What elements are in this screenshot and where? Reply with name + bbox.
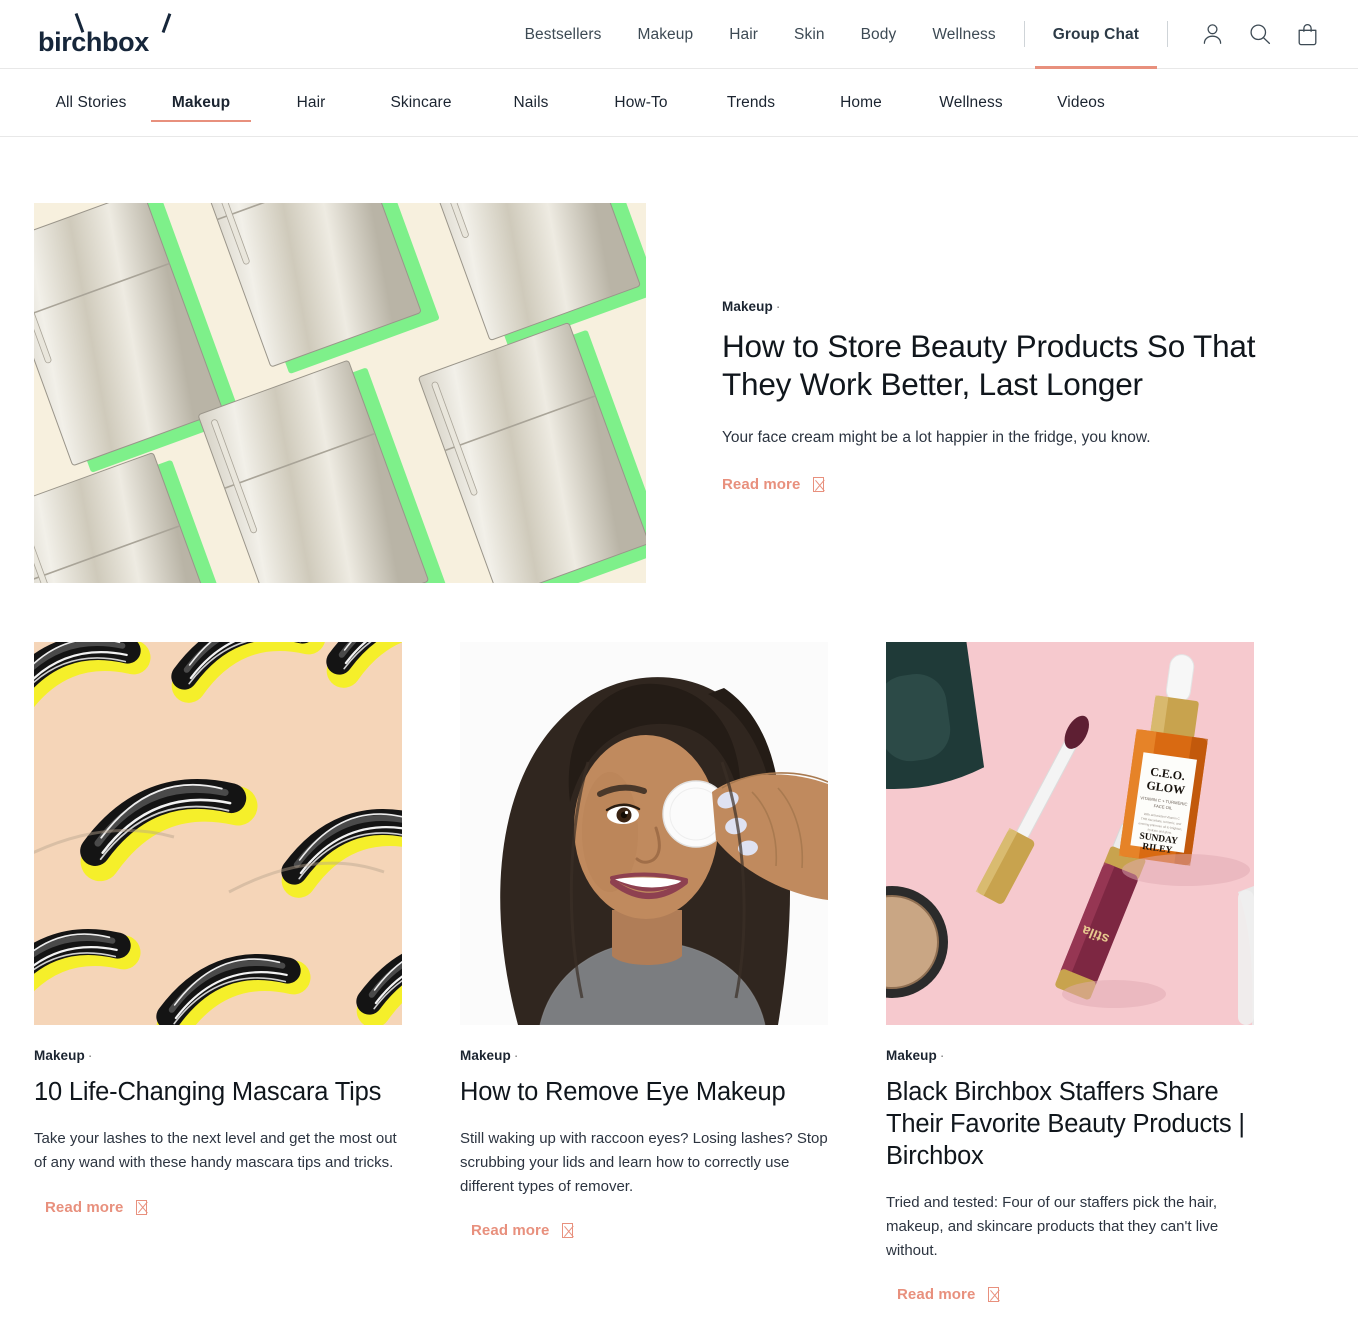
arrow-missing-glyph-icon [562,1223,574,1239]
main-content: Makeup · How to Store Beauty Products So … [0,203,1358,1304]
arrow-missing-glyph-icon [136,1199,148,1215]
tab-makeup[interactable]: Makeup [146,69,256,136]
tab-videos[interactable]: Videos [1026,69,1136,136]
card-category-label: Makeup [34,1048,85,1063]
featured-category-label: Makeup [722,299,773,314]
bag-icon[interactable] [1297,23,1318,46]
nav-item-hair[interactable]: Hair [711,0,776,69]
logo-slash-icon [161,13,171,33]
tab-nails[interactable]: Nails [476,69,586,136]
card-read-more-link[interactable]: Read more [471,1222,574,1240]
card-body: Makeup · Black Birchbox Staffers Share Th… [886,1025,1254,1304]
nav-divider-2 [1167,21,1168,47]
featured-read-more-label: Read more [722,476,801,494]
card-category: Makeup · [886,1048,1254,1063]
featured-article-text: Makeup · How to Store Beauty Products So … [646,203,1324,583]
article-card: Makeup · How to Remove Eye Makeup Still w… [460,642,828,1304]
tab-all-stories[interactable]: All Stories [36,69,146,136]
card-read-more-link[interactable]: Read more [45,1198,148,1216]
card-category-label: Makeup [886,1048,937,1063]
search-icon[interactable] [1249,23,1271,45]
featured-article: Makeup · How to Store Beauty Products So … [34,203,1324,583]
article-card: on ucles utre dition [886,642,1254,1304]
tab-wellness[interactable]: Wellness [916,69,1026,136]
card-description: Still waking up with raccoon eyes? Losin… [460,1130,828,1195]
tab-how-to[interactable]: How-To [586,69,696,136]
card-read-more-label: Read more [471,1222,550,1240]
featured-title[interactable]: How to Store Beauty Products So That The… [722,327,1324,404]
card-body: Makeup · How to Remove Eye Makeup Still w… [460,1025,828,1240]
header-icon-group [1202,23,1318,46]
card-separator: · [513,1048,519,1063]
card-read-more-link[interactable]: Read more [897,1286,1000,1304]
card-category: Makeup · [460,1048,828,1063]
nav-item-makeup[interactable]: Makeup [619,0,711,69]
card-separator: · [939,1048,945,1063]
featured-category: Makeup · [722,299,1324,314]
card-image-mascara[interactable] [34,642,402,1025]
card-image-staff-products[interactable]: on ucles utre dition [886,642,1254,1025]
nav-item-body[interactable]: Body [843,0,915,69]
nav-item-group-chat[interactable]: Group Chat [1034,0,1157,69]
tab-hair[interactable]: Hair [256,69,366,136]
card-category-label: Makeup [460,1048,511,1063]
logo-text: birchbox [38,27,149,57]
primary-nav: Bestsellers Makeup Hair Skin Body Wellne… [507,0,1358,69]
arrow-missing-glyph-icon [988,1287,1000,1303]
nav-item-wellness[interactable]: Wellness [914,0,1013,69]
card-title[interactable]: Black Birchbox Staffers Share Their Favo… [886,1076,1254,1172]
card-description: Tried and tested: Four of our staffers p… [886,1194,1219,1259]
nav-item-skin[interactable]: Skin [776,0,843,69]
card-read-more-label: Read more [897,1286,976,1304]
arrow-missing-glyph-icon [813,477,825,493]
featured-description: Your face cream might be a lot happier i… [722,428,1151,446]
nav-divider [1023,21,1025,47]
card-separator: · [87,1048,93,1063]
card-title[interactable]: How to Remove Eye Makeup [460,1076,828,1108]
article-card: Makeup · 10 Life-Changing Mascara Tips Ta… [34,642,402,1304]
nav-item-bestsellers[interactable]: Bestsellers [507,0,620,69]
category-nav: All Stories Makeup Hair Skincare Nails H… [0,69,1358,137]
featured-article-image[interactable] [34,203,646,583]
article-card-grid: Makeup · 10 Life-Changing Mascara Tips Ta… [34,642,1324,1304]
tab-trends[interactable]: Trends [696,69,806,136]
card-read-more-label: Read more [45,1198,124,1216]
card-body: Makeup · 10 Life-Changing Mascara Tips Ta… [34,1025,402,1217]
card-title[interactable]: 10 Life-Changing Mascara Tips [34,1076,402,1108]
tab-home[interactable]: Home [806,69,916,136]
birchbox-logo[interactable]: birchbox [38,9,208,59]
site-header: birchbox Bestsellers Makeup Hair Skin Bo… [0,0,1358,69]
card-category: Makeup · [34,1048,402,1063]
account-icon[interactable] [1202,23,1223,45]
featured-read-more-link[interactable]: Read more [722,476,825,494]
card-description: Take your lashes to the next level and g… [34,1130,397,1171]
tab-skincare[interactable]: Skincare [366,69,476,136]
card-image-eye-makeup[interactable] [460,642,828,1025]
featured-separator: · [775,299,781,314]
